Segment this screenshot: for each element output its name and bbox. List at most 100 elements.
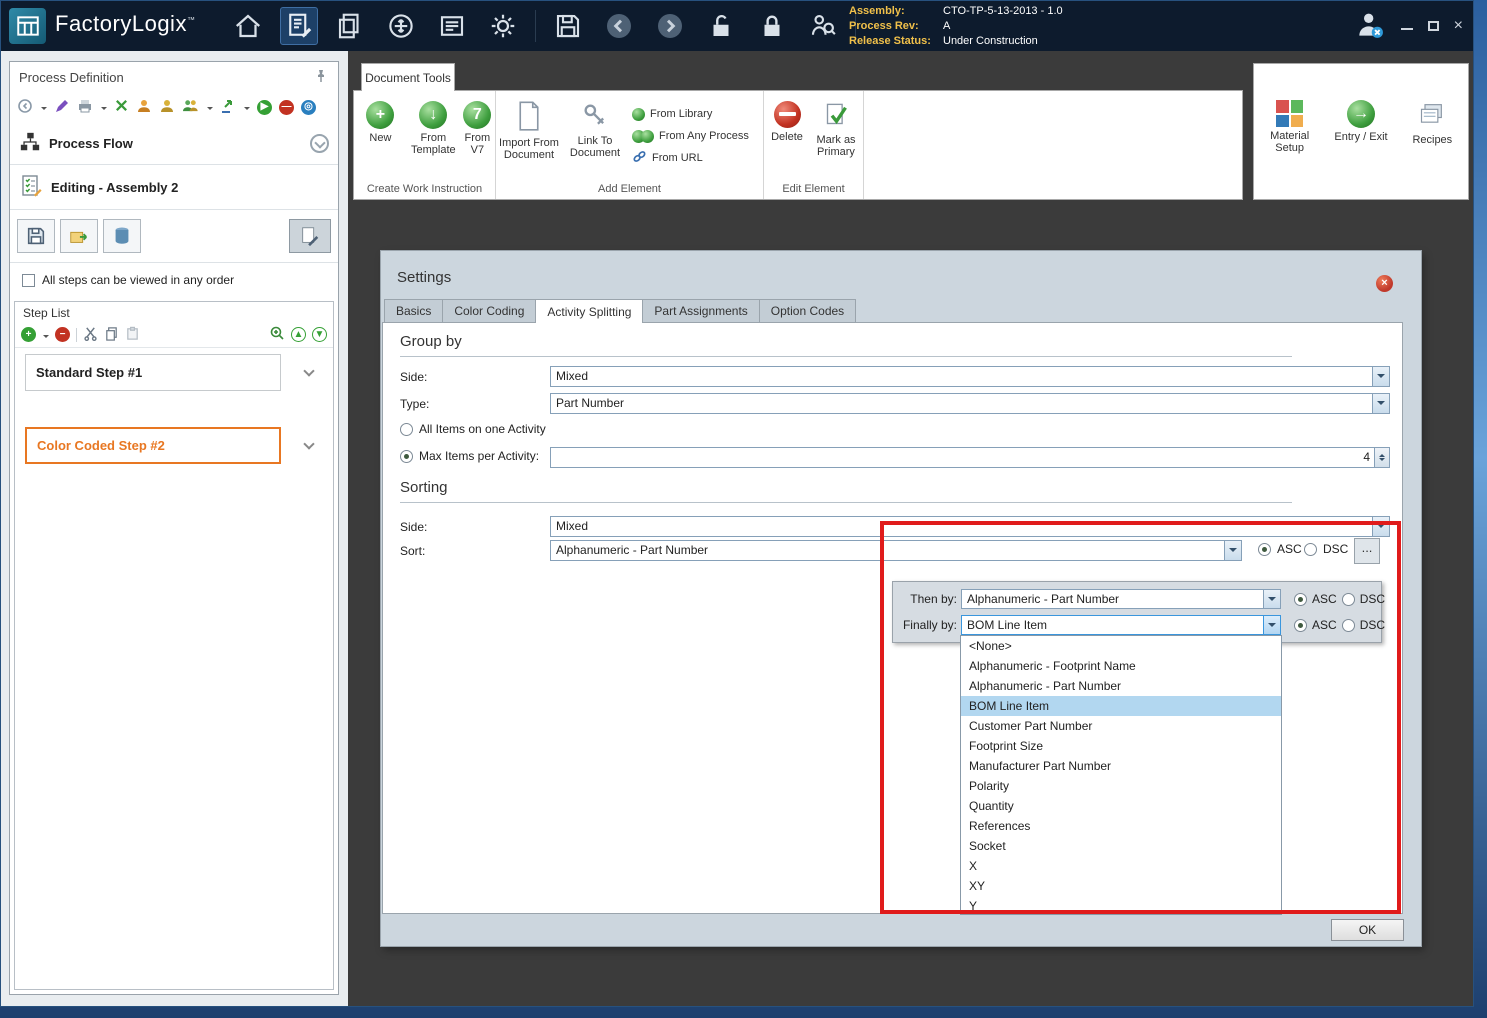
dropdown-arrow-icon[interactable] [1372,394,1389,413]
from-v7-button[interactable]: 7 From V7 [460,99,495,156]
dropdown-arrow-icon[interactable] [1263,590,1280,608]
maximize-button[interactable] [1428,21,1439,31]
minimize-button[interactable] [1401,28,1413,30]
cut-icon[interactable] [83,326,98,344]
tab-option-codes[interactable]: Option Codes [759,299,856,322]
target-icon[interactable]: ◎ [301,100,316,115]
process-flow-label[interactable]: Process Flow [49,136,133,151]
tab-part-assignments[interactable]: Part Assignments [642,299,759,322]
recipes-button[interactable]: Recipes [1399,98,1465,199]
operator-icon[interactable] [136,98,152,117]
paste-icon[interactable] [125,326,140,344]
dropdown-option[interactable]: Manufacturer Part Number [961,756,1281,776]
radio-icon[interactable] [400,450,413,463]
process-definition-icon[interactable] [280,7,318,45]
dropdown-caret-icon[interactable] [207,107,213,113]
finally-by-select[interactable]: BOM Line Item [961,615,1281,635]
then-by-select[interactable]: Alphanumeric - Part Number [961,589,1281,609]
max-items-value[interactable]: 4 [551,448,1374,467]
import-from-document-button[interactable]: Import From Document [496,99,562,161]
close-button[interactable]: × [1454,18,1463,34]
tab-activity-splitting[interactable]: Activity Splitting [535,299,643,323]
audit-search-icon[interactable] [804,7,842,45]
dropdown-option[interactable]: Socket [961,836,1281,856]
move-down-icon[interactable]: ▼ [312,327,327,342]
checkbox-icon[interactable] [22,274,35,287]
lock-icon[interactable] [753,7,791,45]
tab-document-tools[interactable]: Document Tools [361,63,455,91]
step-item-2[interactable]: Color Coded Step #2 [25,427,281,464]
finally-by-dsc-radio[interactable] [1342,619,1355,632]
remove-step-icon[interactable]: − [55,327,70,342]
user-icon[interactable] [159,98,175,117]
from-template-button[interactable]: ↓ From Template [407,99,460,156]
dropdown-option[interactable]: Customer Part Number [961,716,1281,736]
step-item-1[interactable]: Standard Step #1 [25,354,281,391]
dropdown-caret-icon[interactable] [43,335,49,341]
dropdown-option[interactable]: X [961,856,1281,876]
assign-icon[interactable] [114,98,129,116]
entry-exit-button[interactable]: → Entry / Exit [1328,98,1394,199]
dropdown-arrow-icon[interactable] [1372,367,1389,386]
dropdown-option[interactable]: Alphanumeric - Footprint Name [961,656,1281,676]
logout-user-icon[interactable] [1354,9,1386,44]
dropdown-caret-icon[interactable] [41,107,47,113]
radio-icon[interactable] [400,423,413,436]
dropdown-option[interactable]: XY [961,876,1281,896]
material-setup-button[interactable]: Material Setup [1257,98,1323,199]
group-side-select[interactable]: Mixed [550,366,1390,387]
edit-step-button[interactable] [289,219,331,253]
sort-asc-radio[interactable]: ASC [1258,542,1302,556]
move-up-icon[interactable]: ▲ [291,327,306,342]
new-button[interactable]: + New [354,99,407,144]
export-step-button[interactable] [60,219,98,253]
dropdown-caret-icon[interactable] [101,107,107,113]
dispatch-icon[interactable] [382,7,420,45]
sort-dsc-radio[interactable]: DSC [1304,542,1348,556]
tab-color-coding[interactable]: Color Coding [442,299,536,322]
team-icon[interactable] [182,98,199,116]
dropdown-caret-icon[interactable] [244,107,250,113]
max-items-radio[interactable]: Max Items per Activity: [400,449,539,463]
pin-icon[interactable] [313,68,329,87]
mark-as-primary-button[interactable]: Mark as Primary [810,99,862,158]
reports-icon[interactable] [433,7,471,45]
collapse-panel-icon[interactable] [310,134,329,153]
dropdown-option[interactable]: Quantity [961,796,1281,816]
print-icon[interactable] [77,98,93,117]
radio-icon[interactable] [1304,543,1317,556]
dropdown-option-selected[interactable]: BOM Line Item [961,696,1281,716]
delete-step-button[interactable] [103,219,141,253]
dropdown-option[interactable]: <None> [961,636,1281,656]
dropdown-option[interactable]: Polarity [961,776,1281,796]
settings-gear-icon[interactable] [484,7,522,45]
tab-basics[interactable]: Basics [384,299,443,322]
home-icon[interactable] [229,7,267,45]
link-to-document-button[interactable]: Link To Document [562,99,628,159]
then-by-asc-radio[interactable] [1294,593,1307,606]
from-url-button[interactable]: From URL [632,147,749,169]
sorting-side-select[interactable]: Mixed [550,516,1390,537]
nav-back-icon[interactable] [17,98,33,117]
add-step-icon[interactable]: + [21,327,36,342]
radio-icon[interactable] [1258,543,1271,556]
view-order-checkbox[interactable]: All steps can be viewed in any order [10,263,338,297]
max-items-input[interactable]: 4 [550,447,1390,468]
expand-step-icon[interactable] [303,365,314,376]
dropdown-arrow-icon[interactable] [1224,541,1241,560]
zoom-step-icon[interactable] [269,325,285,344]
expand-step-icon[interactable] [303,438,314,449]
copy-icon[interactable] [104,326,119,344]
from-any-process-button[interactable]: From Any Process [632,125,749,147]
sort-select[interactable]: Alphanumeric - Part Number [550,540,1242,561]
dropdown-option[interactable]: Footprint Size [961,736,1281,756]
dialog-close-icon[interactable]: × [1376,275,1393,292]
then-by-dsc-radio[interactable] [1342,593,1355,606]
all-items-radio[interactable]: All Items on one Activity [400,422,546,436]
dropdown-option[interactable]: Y [961,896,1281,915]
stop-icon[interactable]: — [279,100,294,115]
start-icon[interactable]: ▶ [257,100,272,115]
deploy-icon[interactable] [220,98,236,117]
group-type-select[interactable]: Part Number [550,393,1390,414]
spinner-control[interactable] [1374,448,1389,467]
